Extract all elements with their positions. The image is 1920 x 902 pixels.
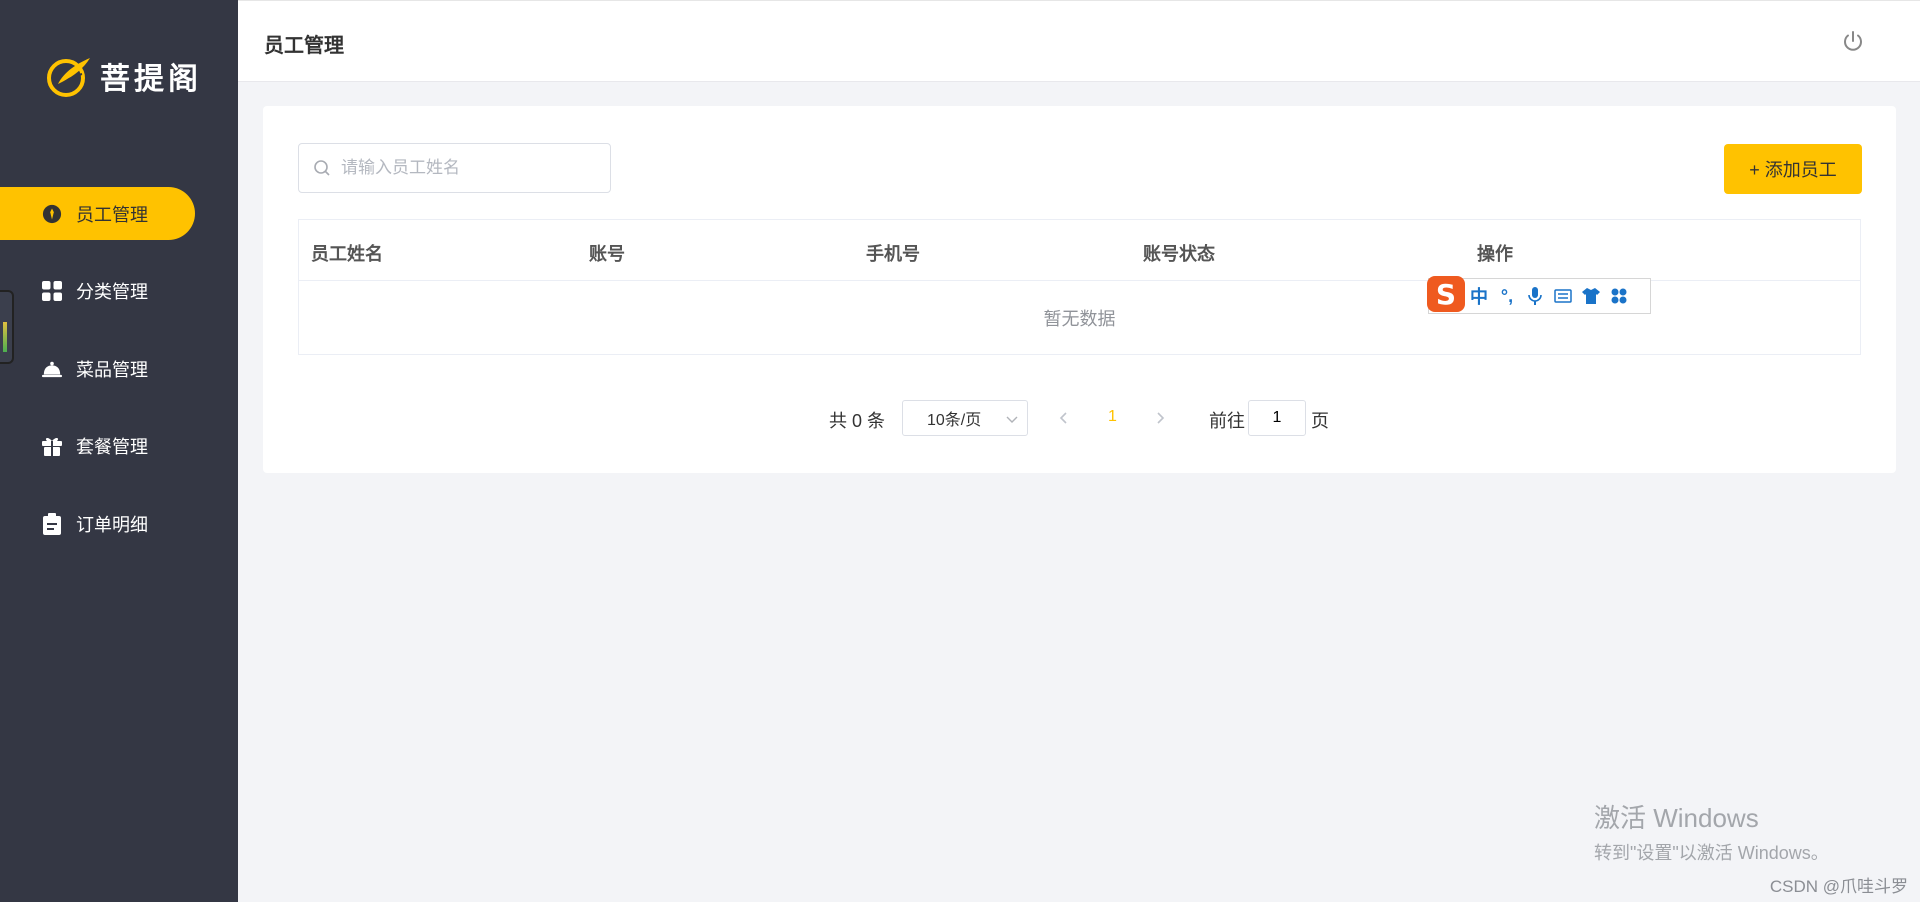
page-number-current[interactable]: 1: [1108, 408, 1117, 426]
sidebar-nav: 员工管理 分类管理 菜品管理 套餐管理 订单明细: [0, 187, 238, 575]
ime-toolbar[interactable]: S 中 °,: [1427, 276, 1651, 314]
logo-icon: [47, 58, 90, 97]
goto-label: 前往: [1209, 411, 1245, 431]
keyboard-icon[interactable]: [1549, 289, 1577, 303]
column-header-name[interactable]: 员工姓名: [311, 240, 383, 266]
sidebar-item-label: 员工管理: [76, 204, 148, 225]
gift-icon: [42, 436, 62, 456]
search-icon: [314, 160, 330, 176]
next-page-icon[interactable]: [1151, 408, 1169, 428]
sidebar: 菩提阁 员工管理 分类管理 菜品管理 套餐管理 订单明细: [0, 0, 238, 902]
ime-punctuation-toggle[interactable]: °,: [1493, 286, 1521, 307]
csdn-watermark: CSDN @爪哇斗罗: [1769, 877, 1908, 896]
column-header-actions[interactable]: 操作: [1477, 240, 1513, 266]
clipboard-icon: [42, 512, 62, 535]
power-icon[interactable]: [1841, 29, 1865, 53]
sidebar-item-orders[interactable]: 订单明细: [0, 497, 195, 550]
page-size-select[interactable]: 10条/页: [902, 400, 1028, 436]
page-size-value: 10条/页: [927, 412, 982, 429]
watermark-line-1: 激活 Windows: [1594, 803, 1759, 833]
windows-activation-watermark: 激活 Windows 转到"设置"以激活 Windows。: [1594, 798, 1829, 865]
sidebar-item-label: 套餐管理: [76, 437, 148, 457]
table-header: 员工姓名 账号 手机号 账号状态 操作: [299, 220, 1860, 281]
top-header: 员工管理: [238, 0, 1920, 82]
sidebar-item-categories[interactable]: 分类管理: [0, 265, 195, 318]
pagination-total: 共 0 条: [829, 411, 886, 431]
brand-name: 菩提阁: [100, 62, 202, 97]
grid-icon: [42, 281, 62, 301]
sidebar-item-employees[interactable]: 员工管理: [0, 187, 195, 240]
sidebar-item-dishes[interactable]: 菜品管理: [0, 342, 195, 395]
add-employee-button[interactable]: + 添加员工: [1724, 144, 1862, 194]
brand-logo[interactable]: 菩提阁: [44, 54, 202, 98]
sogou-logo-icon[interactable]: S: [1427, 276, 1465, 312]
skin-shirt-icon[interactable]: [1577, 288, 1605, 304]
employee-panel: + 添加员工 员工姓名 账号 手机号 账号状态 操作 暂无数据 共 0 条 10…: [263, 106, 1896, 473]
column-header-phone[interactable]: 手机号: [866, 240, 920, 266]
column-header-account[interactable]: 账号: [589, 240, 625, 266]
page-title: 员工管理: [264, 35, 344, 57]
microphone-icon[interactable]: [1521, 287, 1549, 305]
column-header-status[interactable]: 账号状态: [1143, 240, 1215, 266]
sidebar-item-label: 分类管理: [76, 282, 148, 302]
sidebar-item-combos[interactable]: 套餐管理: [0, 420, 195, 473]
employee-icon: [42, 204, 62, 224]
chevron-down-icon: [1006, 416, 1018, 423]
dish-bell-icon: [42, 359, 62, 379]
sidebar-item-label: 订单明细: [76, 514, 148, 535]
pagination: 共 0 条 10条/页 1 前往 页: [263, 400, 1896, 436]
sidebar-item-label: 菜品管理: [76, 359, 148, 380]
prev-page-icon[interactable]: [1055, 408, 1073, 428]
goto-page-input[interactable]: [1248, 400, 1306, 436]
ime-language-toggle[interactable]: 中: [1465, 283, 1493, 309]
toolbox-grid-icon[interactable]: [1605, 288, 1633, 304]
search-box[interactable]: [298, 143, 611, 193]
search-input[interactable]: [339, 157, 599, 179]
watermark-line-2: 转到"设置"以激活 Windows。: [1594, 843, 1829, 863]
page-suffix-label: 页: [1311, 411, 1329, 431]
